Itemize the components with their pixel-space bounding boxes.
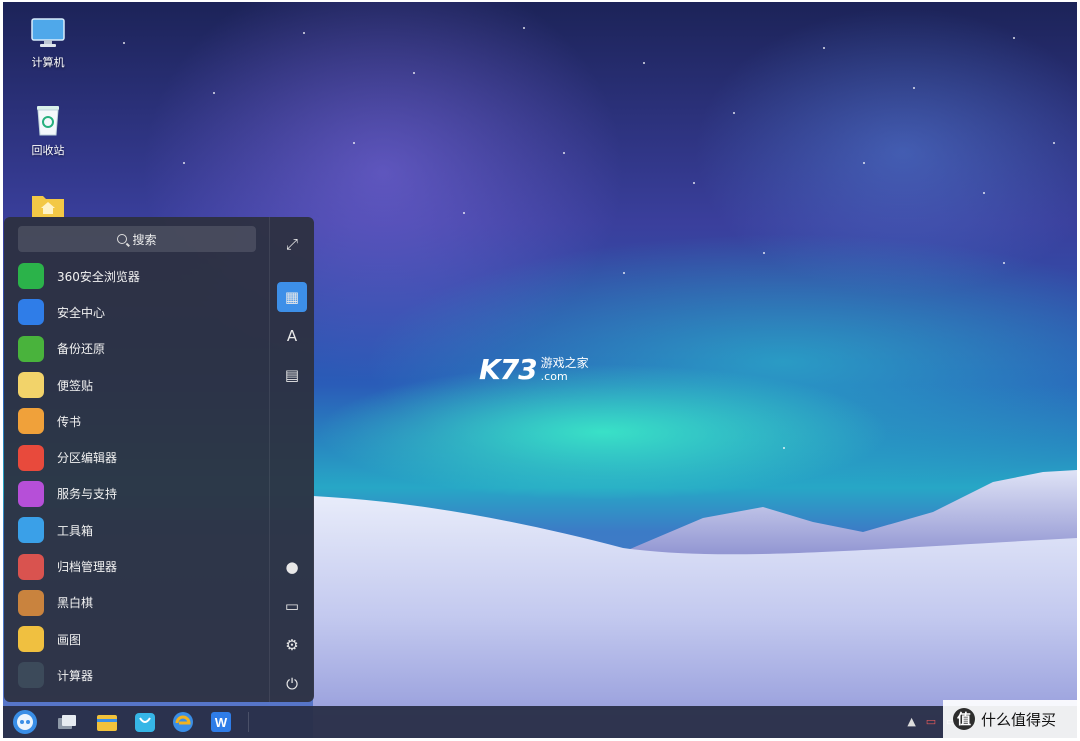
desktop-icon-computer[interactable]: 计算机	[13, 18, 83, 70]
app-label: 传书	[57, 414, 82, 429]
paper-plane-icon	[18, 408, 44, 435]
app-item[interactable]: 服务与支持	[4, 476, 269, 512]
app-label: 黑白棋	[57, 596, 94, 611]
app-label: 工具箱	[57, 523, 94, 538]
app-label: 备份还原	[57, 342, 106, 357]
home-folder-icon	[32, 196, 64, 217]
app-label: 画图	[57, 632, 82, 647]
app-item[interactable]: 备份还原	[4, 331, 269, 367]
shield-icon	[18, 299, 44, 326]
brand-mark-icon: 值	[953, 708, 975, 730]
app-item[interactable]: 360安全浏览器	[4, 258, 269, 294]
watermark-top-text: 游戏之家	[540, 355, 589, 370]
monitor-icon	[31, 18, 65, 47]
search-input[interactable]: 搜索	[18, 226, 256, 252]
calculator-icon	[18, 662, 44, 689]
sticky-note-icon	[18, 372, 44, 399]
toolbox-icon	[18, 517, 44, 544]
settings-icon[interactable]: ⚙	[277, 630, 307, 660]
app-item[interactable]: 画图	[4, 621, 269, 657]
app-item[interactable]: 黑白棋	[4, 585, 269, 621]
start-menu-icon[interactable]	[13, 710, 37, 734]
site-watermark: K73 游戏之家 .com	[479, 353, 589, 386]
computer-icon[interactable]: ▭	[277, 591, 307, 621]
category-view-icon[interactable]: ▦	[277, 282, 307, 312]
othello-icon	[18, 589, 44, 616]
start-menu: 搜索 360安全浏览器 安全中心备份还原便签贴传书分区编辑器服务与支持工具箱归档管…	[4, 217, 314, 702]
desktop-icon-label: 计算机	[31, 56, 65, 69]
app-item[interactable]: 传书	[4, 403, 269, 439]
expand-icon[interactable]: ⤢	[277, 229, 307, 259]
paint-icon	[18, 626, 44, 653]
support-icon	[18, 480, 44, 507]
partition-editor-icon	[18, 444, 44, 471]
brand-badge: 值 什么值得买	[943, 700, 1077, 738]
app-list: 360安全浏览器 安全中心备份还原便签贴传书分区编辑器服务与支持工具箱归档管理器黑…	[4, 258, 269, 694]
app-label: 便签贴	[57, 378, 94, 393]
search-icon	[117, 234, 128, 244]
taskbar-separator	[248, 712, 249, 732]
svg-text:W: W	[215, 715, 228, 730]
backup-icon	[18, 335, 44, 362]
browser-360-icon	[18, 263, 44, 290]
function-sort-icon[interactable]: ▤	[277, 360, 307, 390]
desktop-icon-label: 回收站	[31, 144, 65, 157]
app-item[interactable]: 便签贴	[4, 367, 269, 403]
brand-text: 什么值得买	[981, 710, 1057, 729]
menu-sidebar: ⤢ ▦ A ▤ ● ▭ ⚙ ⏻	[269, 217, 314, 702]
screen-record-icon[interactable]: ▭	[926, 715, 936, 728]
taskbar: W ▲ ▭ ▭ ▭ 值 什么值得买	[3, 700, 1077, 738]
search-placeholder: 搜索	[132, 232, 157, 247]
app-item[interactable]: 计算器	[4, 657, 269, 693]
watermark-logo: K73	[479, 353, 538, 386]
app-item[interactable]: 安全中心	[4, 294, 269, 330]
browser-icon[interactable]	[171, 710, 195, 734]
letter-sort-icon[interactable]: A	[277, 321, 307, 351]
archive-manager-icon	[18, 553, 44, 580]
app-label: 服务与支持	[57, 487, 118, 502]
app-item[interactable]: 归档管理器	[4, 548, 269, 584]
power-icon[interactable]: ⏻	[277, 669, 307, 699]
file-manager-icon[interactable]	[95, 710, 119, 734]
app-list-panel: 搜索 360安全浏览器 安全中心备份还原便签贴传书分区编辑器服务与支持工具箱归档管…	[4, 217, 269, 702]
app-item[interactable]: 工具箱	[4, 512, 269, 548]
app-item[interactable]: 分区编辑器	[4, 439, 269, 475]
user-icon[interactable]: ●	[277, 552, 307, 582]
app-label: 归档管理器	[57, 560, 118, 575]
recycle-bin-icon	[37, 106, 59, 136]
watermark-bottom-text: .com	[540, 369, 568, 383]
multitask-view-icon[interactable]	[55, 710, 79, 734]
app-label: 分区编辑器	[57, 451, 118, 466]
app-label: 计算器	[57, 668, 94, 683]
software-store-icon[interactable]	[133, 710, 157, 734]
wps-writer-icon[interactable]: W	[209, 710, 233, 734]
tray-expand-icon[interactable]: ▲	[907, 715, 915, 728]
app-label: 360安全浏览器	[57, 269, 140, 284]
app-label: 安全中心	[57, 305, 106, 320]
desktop-icon-recycle-bin[interactable]: 回收站	[13, 102, 83, 158]
